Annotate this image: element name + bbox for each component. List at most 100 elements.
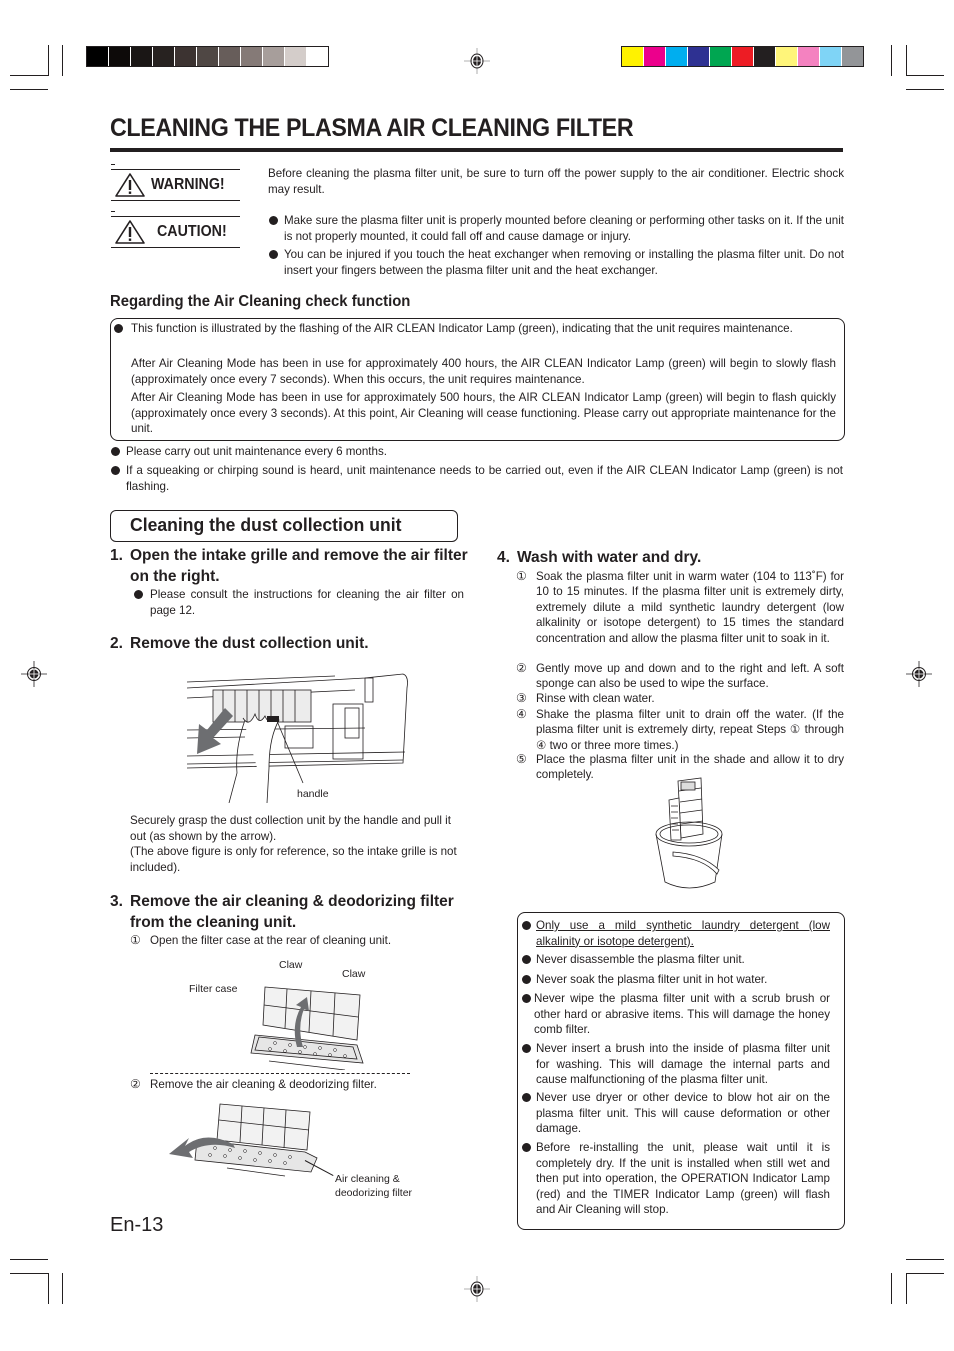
color-swatch [842,47,863,66]
step-title-text: Wash with water and dry. [517,549,702,566]
color-swatch [798,47,820,66]
step-4-sub: ① Soak the plasma filter unit in warm wa… [516,569,844,646]
color-swatch [241,47,263,66]
warning-label-text: WARNING! [151,176,225,193]
filter-label-line: deodorizing filter [335,1187,413,1199]
registration-mark-icon [464,1276,490,1302]
step-3-sub-1: ① Open the filter case at the rear of cl… [130,933,470,948]
color-swatch [197,47,219,66]
step-2-note: (The above figure is only for reference,… [130,845,457,874]
caution-triangle-icon [115,220,145,244]
color-swatch [820,47,842,66]
crop-mark [906,75,944,76]
color-swatch [109,47,131,66]
crop-mark [10,89,48,90]
crop-mark [891,45,892,76]
circled-number: ④ [516,707,527,721]
sub-step-text: Soak the plasma filter unit in warm wate… [536,570,844,645]
caution-note: Never wipe the plasma filter unit with a… [521,991,830,1038]
sub-step-text: Open the filter case at the rear of clea… [150,934,392,947]
step-number: 4. [497,549,510,566]
step-title-text: Remove the air cleaning & deodorizing fi… [130,893,454,931]
color-swatch [666,47,688,66]
color-swatch [776,47,798,66]
caution-label-text: CAUTION! [157,223,227,240]
circled-number: ③ [516,691,527,705]
step-4-title: 4. Wash with water and dry. [497,547,867,568]
crop-mark [48,45,49,76]
step-4-sub: ③ Rinse with clean water. [516,691,844,706]
crop-mark [10,1259,48,1260]
caution-note: Never disassemble the plasma filter unit… [521,952,830,968]
crop-mark [906,1259,944,1260]
check-function-bullet: This function is illustrated by the flas… [113,321,837,337]
crop-mark [891,1273,892,1304]
color-swatch [131,47,153,66]
sub-step-text: Shake the plasma filter unit to drain of… [536,708,844,752]
check-function-heading: Regarding the Air Cleaning check functio… [110,293,411,310]
step-title-text: Open the intake grille and remove the ai… [130,547,468,585]
step-3-title: 3. Remove the air cleaning & deodorizing… [110,891,480,933]
check-function-para: After Air Cleaning Mode has been in use … [131,357,836,386]
caution-item: You can be injured if you touch the heat… [268,247,844,278]
color-swatch [688,47,710,66]
circled-number: ⑤ [516,752,527,766]
warning-label: WARNING! [111,164,240,201]
sub-step-text: Gently move up and down and to the right… [536,662,844,691]
color-swatch [263,47,285,66]
crop-mark [906,1273,944,1274]
sub-step-text: Rinse with clean water. [536,692,655,705]
registration-mark-icon [464,48,490,74]
color-swatch [87,47,109,66]
step-3-sub-2: ② Remove the air cleaning & deodorizing … [130,1077,470,1092]
crop-mark [62,1273,63,1304]
dashed-separator [150,1073,410,1074]
color-swatch [153,47,175,66]
filter-case-figure [250,986,364,1070]
registration-mark-icon [21,661,47,687]
color-swatch [732,47,754,66]
crop-mark [48,1273,49,1304]
filter-case-label: Filter case [189,983,238,995]
step-4-sub: ② Gently move up and down and to the rig… [516,661,844,692]
sub-step-text: Remove the air cleaning & deodorizing fi… [150,1078,377,1091]
claw-label: Claw [342,968,366,980]
caution-note: Before re-installing the unit, please wa… [521,1140,830,1218]
dust-section-heading: Cleaning the dust collection unit [130,514,402,535]
warning-text: Before cleaning the plasma filter unit, … [268,167,844,196]
step-number: 3. [110,893,123,910]
dust-unit-removal-figure [186,673,408,803]
step-1-title: 1. Open the intake grille and remove the… [110,545,480,587]
step-2-description: Securely grasp the dust collection unit … [130,814,451,843]
maintenance-note: Please carry out unit maintenance every … [110,444,843,460]
title-rule [110,148,843,152]
color-swatch [644,47,666,66]
filter-label: Air cleaning & deodorizing filter [335,1172,412,1200]
check-function-para: After Air Cleaning Mode has been in use … [131,391,836,436]
step-4-sub: ④ Shake the plasma filter unit to drain … [516,707,844,753]
crop-mark [62,45,63,76]
color-swatch [285,47,307,66]
crop-mark [906,89,944,90]
step-number: 1. [110,547,123,564]
color-bar [621,46,864,67]
caution-note: Never use dryer or other device to blow … [521,1090,830,1137]
handle-label: handle [297,788,329,800]
step-number: 2. [110,635,123,652]
page-title: CLEANING THE PLASMA AIR CLEANING FILTER [110,114,634,142]
grayscale-bar [86,46,329,67]
filter-label-line: Air cleaning & [335,1173,400,1185]
circled-number: ① [130,933,141,947]
page-number: En-13 [110,1214,164,1236]
maintenance-note: If a squeaking or chirping sound is hear… [110,463,843,494]
color-swatch [307,47,328,66]
caution-item: Make sure the plasma filter unit is prop… [268,213,844,244]
caution-note: Only use a mild synthetic laundry deterg… [521,918,830,949]
color-swatch [754,47,776,66]
claw-label: Claw [279,959,303,971]
crop-mark [10,1273,48,1274]
circled-number: ② [516,661,527,675]
caution-note: Never soak the plasma filter unit in hot… [521,972,830,988]
crop-mark [906,1273,907,1304]
circled-number: ① [516,569,527,583]
